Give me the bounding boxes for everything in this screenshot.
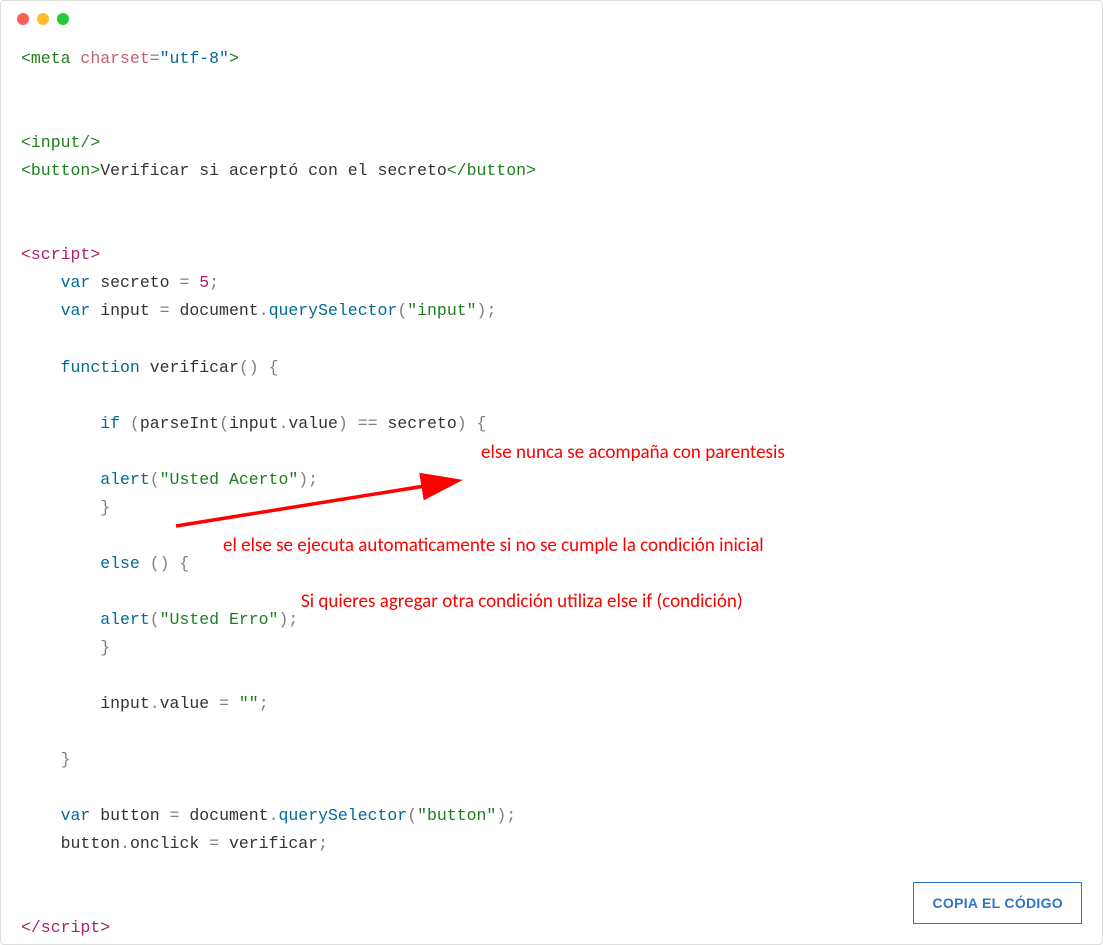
code-token: var	[61, 301, 91, 320]
code-token: input	[229, 414, 279, 433]
code-token: "Usted Acerto"	[160, 470, 299, 489]
code-token: ;	[308, 470, 318, 489]
code-token: parseInt	[140, 414, 219, 433]
code-token: =	[150, 49, 160, 68]
code-token: .	[120, 834, 130, 853]
code-token: .	[278, 414, 288, 433]
code-token: ;	[209, 273, 219, 292]
code-token: )	[477, 301, 487, 320]
titlebar	[1, 1, 1102, 37]
code-token: ""	[239, 694, 259, 713]
code-token: if	[100, 414, 120, 433]
code-token: () {	[140, 554, 190, 573]
code-token: (	[120, 414, 140, 433]
code-token: =	[209, 834, 229, 853]
code-token: else	[100, 554, 140, 573]
code-token: =	[160, 301, 180, 320]
code-token: (	[219, 414, 229, 433]
window-maximize-dot[interactable]	[57, 13, 69, 25]
code-token: =	[170, 806, 190, 825]
code-token: <input/>	[21, 133, 100, 152]
code-token: </script>	[21, 918, 110, 937]
code-token: querySelector	[278, 806, 407, 825]
annotation-text-2: el else se ejecuta automaticamente si no…	[223, 535, 764, 558]
code-token: Verificar si acerptó con el secreto	[100, 161, 447, 180]
code-token: ;	[288, 610, 298, 629]
code-token: >	[229, 49, 239, 68]
code-token: document	[179, 301, 258, 320]
code-token: charset	[71, 49, 150, 68]
code-token: ;	[318, 834, 328, 853]
code-token: button	[90, 806, 169, 825]
code-token: <button>	[21, 161, 100, 180]
code-token: alert	[100, 470, 150, 489]
code-token: ;	[506, 806, 516, 825]
window-minimize-dot[interactable]	[37, 13, 49, 25]
code-token: )	[496, 806, 506, 825]
code-token: (	[150, 470, 160, 489]
code-token: "utf-8"	[160, 49, 229, 68]
annotation-text-3: Si quieres agregar otra condición utiliz…	[301, 591, 743, 614]
code-token: }	[61, 750, 71, 769]
code-token: secreto	[90, 273, 179, 292]
code-token: =	[179, 273, 199, 292]
code-token: verificar	[140, 358, 239, 377]
code-token: ;	[486, 301, 496, 320]
code-token: .	[259, 301, 269, 320]
code-token: (	[150, 610, 160, 629]
code-token: }	[100, 638, 110, 657]
code-token: (	[407, 806, 417, 825]
code-token: (	[397, 301, 407, 320]
annotation-text-1: else nunca se acompaña con parentesis	[481, 442, 785, 465]
code-token: value	[160, 694, 219, 713]
code-token: ) {	[457, 414, 487, 433]
code-token: )	[298, 470, 308, 489]
code-token: </button>	[447, 161, 536, 180]
code-token: .	[269, 806, 279, 825]
code-token: "Usted Erro"	[160, 610, 279, 629]
code-token: button	[61, 834, 120, 853]
code-token: <script>	[21, 245, 100, 264]
code-token: ==	[348, 414, 388, 433]
copy-code-button[interactable]: COPIA EL CÓDIGO	[913, 882, 1082, 924]
code-token: <meta	[21, 49, 71, 68]
code-token: input	[90, 301, 159, 320]
code-token: {	[259, 358, 279, 377]
code-token: input	[100, 694, 150, 713]
code-window: <meta charset="utf-8"> <input/> <button>…	[0, 0, 1103, 945]
code-token: alert	[100, 610, 150, 629]
code-token: function	[61, 358, 140, 377]
code-token: "button"	[417, 806, 496, 825]
code-token: ()	[239, 358, 259, 377]
code-token: value	[288, 414, 338, 433]
code-token: var	[61, 273, 91, 292]
code-token: var	[61, 806, 91, 825]
code-token: }	[100, 498, 110, 517]
code-block: <meta charset="utf-8"> <input/> <button>…	[1, 37, 1102, 945]
code-token: )	[338, 414, 348, 433]
window-close-dot[interactable]	[17, 13, 29, 25]
code-token: .	[150, 694, 160, 713]
code-token: verificar	[229, 834, 318, 853]
code-token: =	[219, 694, 239, 713]
code-token: document	[189, 806, 268, 825]
code-token: onclick	[130, 834, 209, 853]
code-token: 5	[199, 273, 209, 292]
code-token: secreto	[387, 414, 456, 433]
code-token: )	[278, 610, 288, 629]
code-token: querySelector	[269, 301, 398, 320]
code-token: "input"	[407, 301, 476, 320]
code-token: ;	[259, 694, 269, 713]
